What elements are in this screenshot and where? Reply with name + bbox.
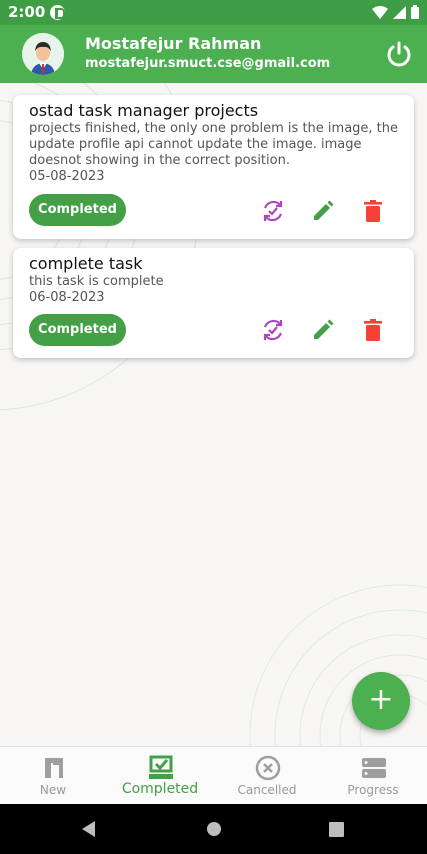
notification-icon: [50, 5, 65, 20]
power-icon[interactable]: [385, 40, 413, 68]
task-description-text: this task is complete: [29, 274, 164, 289]
progress-icon: [362, 758, 386, 778]
home-icon[interactable]: [206, 821, 222, 837]
status-time: 2:00: [8, 3, 46, 21]
delete-icon[interactable]: [360, 198, 386, 224]
new-task-icon: [45, 758, 63, 778]
task-card[interactable]: ostad task manager projects projects fin…: [13, 95, 414, 239]
wifi-icon: [372, 5, 388, 19]
nav-item-completed[interactable]: Completed: [110, 747, 210, 805]
edit-icon[interactable]: [310, 317, 336, 343]
nav-item-progress[interactable]: Progress: [323, 747, 423, 805]
nav-item-new[interactable]: New: [3, 747, 103, 805]
user-name: Mostafejur Rahman: [85, 34, 262, 53]
task-description-text: projects finished, the only one problem …: [29, 121, 399, 168]
task-title: complete task: [29, 254, 143, 273]
delete-icon[interactable]: [360, 317, 386, 343]
change-status-icon[interactable]: [260, 317, 286, 343]
task-description: projects finished, the only one problem …: [29, 121, 404, 185]
task-date: 06-08-2023: [29, 290, 105, 305]
nav-item-cancelled[interactable]: Cancelled: [217, 747, 317, 805]
nav-label: New: [39, 783, 67, 797]
app-bar: Mostafejur Rahman mostafejur.smuct.cse@g…: [0, 25, 427, 83]
bottom-navigation: New Completed Cancelled Progress: [0, 746, 427, 805]
task-title: ostad task manager projects: [29, 101, 259, 120]
add-icon: +: [368, 682, 394, 717]
cancelled-icon: [255, 755, 281, 781]
avatar[interactable]: [22, 33, 64, 75]
nav-label: Completed: [121, 781, 199, 797]
task-description: this task is complete 06-08-2023: [29, 274, 404, 306]
status-bar: 2:00: [0, 0, 427, 25]
recents-icon[interactable]: [329, 822, 344, 837]
back-icon[interactable]: [80, 820, 98, 838]
change-status-icon[interactable]: [260, 198, 286, 224]
task-card[interactable]: complete task this task is complete 06-0…: [13, 248, 414, 358]
system-navigation-bar: [0, 804, 427, 854]
avatar-icon: [22, 33, 64, 75]
task-date: 05-08-2023: [29, 169, 105, 184]
add-task-button[interactable]: +: [352, 672, 410, 730]
status-badge: Completed: [29, 194, 126, 226]
user-email: mostafejur.smuct.cse@gmail.com: [85, 56, 331, 71]
signal-icon: [393, 5, 406, 19]
edit-icon[interactable]: [310, 198, 336, 224]
status-badge: Completed: [29, 314, 126, 346]
battery-icon: [411, 5, 419, 19]
nav-label: Progress: [347, 783, 399, 797]
status-icons: [372, 5, 419, 19]
completed-icon: [149, 755, 173, 779]
nav-label: Cancelled: [237, 783, 297, 797]
